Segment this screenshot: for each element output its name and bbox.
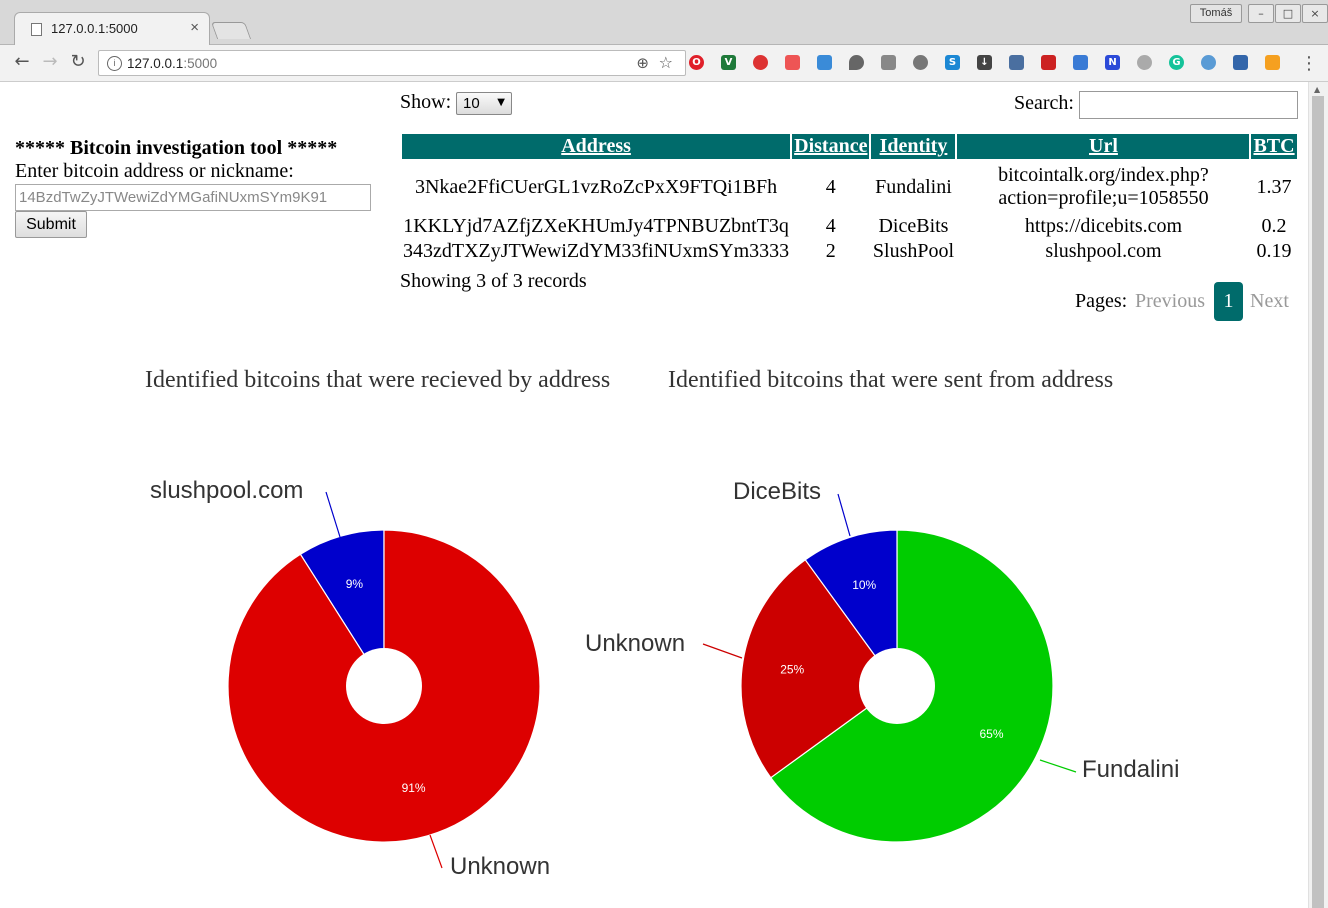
charts-canvas: 9% slushpool.com 91% Unknown 65% Fundalini 25%… bbox=[150, 477, 1179, 880]
zoom-icon[interactable]: ⊕ bbox=[636, 54, 649, 72]
callout-line bbox=[325, 491, 341, 538]
opera-extension-icon[interactable]: O bbox=[689, 55, 704, 70]
pie-extension-icon[interactable] bbox=[753, 55, 768, 70]
slice-name-label: DiceBits bbox=[733, 478, 821, 505]
address-bar[interactable]: i 127.0.0.1:5000 ⊕ ☆ bbox=[98, 50, 686, 76]
close-tab-icon[interactable]: × bbox=[190, 19, 199, 36]
page-icon bbox=[31, 23, 42, 36]
move-extension-icon[interactable] bbox=[1137, 55, 1152, 70]
browser-toolbar: ← → ↻ i 127.0.0.1:5000 ⊕ ☆ O V S ↓ N G ⋮ bbox=[0, 45, 1328, 82]
browser-titlebar: 127.0.0.1:5000 × Tomáš – □ × bbox=[0, 0, 1328, 45]
browser-tab[interactable]: 127.0.0.1:5000 × bbox=[14, 12, 210, 45]
slice-name-label: Unknown bbox=[450, 853, 550, 880]
key-extension-icon[interactable] bbox=[1265, 55, 1280, 70]
slice-percent-label: 9% bbox=[346, 577, 364, 591]
page-content: ***** Bitcoin investigation tool ***** E… bbox=[0, 82, 1308, 908]
slice-percent-label: 10% bbox=[852, 578, 876, 592]
scrollbar-thumb[interactable] bbox=[1312, 96, 1324, 908]
translate-extension-icon[interactable] bbox=[817, 55, 832, 70]
callout-line bbox=[1039, 759, 1077, 773]
slice-percent-label: 25% bbox=[780, 662, 804, 676]
screenshot-extension-icon[interactable] bbox=[785, 55, 800, 70]
donut-hole bbox=[346, 648, 422, 724]
minimize-button[interactable]: – bbox=[1248, 4, 1274, 23]
cors-extension-icon[interactable] bbox=[1041, 55, 1056, 70]
v-extension-icon[interactable]: V bbox=[721, 55, 736, 70]
grammarly-extension-icon[interactable]: G bbox=[1169, 55, 1184, 70]
menu-dots-icon[interactable]: ⋮ bbox=[1300, 53, 1318, 74]
slice-name-label: slushpool.com bbox=[150, 477, 303, 504]
reload-icon[interactable]: ↻ bbox=[67, 51, 89, 73]
s-extension-icon[interactable]: S bbox=[945, 55, 960, 70]
profile-button[interactable]: Tomáš bbox=[1190, 4, 1242, 23]
slice-name-label: Unknown bbox=[585, 630, 685, 657]
callout-line bbox=[429, 834, 443, 869]
n-extension-icon[interactable]: N bbox=[1105, 55, 1120, 70]
bookmark-star-icon[interactable]: ☆ bbox=[659, 53, 673, 72]
cloud-extension-icon[interactable] bbox=[913, 55, 928, 70]
back-arrow-icon[interactable]: ← bbox=[11, 51, 33, 73]
maximize-button[interactable]: □ bbox=[1275, 4, 1301, 23]
layers-extension-icon[interactable] bbox=[1233, 55, 1248, 70]
url-text: 127.0.0.1:5000 bbox=[127, 56, 218, 71]
vertical-scrollbar[interactable]: ▲ bbox=[1308, 82, 1328, 908]
new-tab-button[interactable] bbox=[210, 22, 252, 39]
forward-arrow-icon[interactable]: → bbox=[39, 51, 61, 73]
callout-line bbox=[702, 643, 743, 659]
reader-extension-icon[interactable] bbox=[881, 55, 896, 70]
tab-title: 127.0.0.1:5000 bbox=[51, 21, 138, 36]
slice-percent-label: 91% bbox=[402, 781, 426, 795]
slice-percent-label: 65% bbox=[980, 727, 1004, 741]
donut-hole bbox=[859, 648, 935, 724]
bitly-extension-icon[interactable] bbox=[1073, 55, 1088, 70]
slice-name-label: Fundalini bbox=[1082, 756, 1179, 783]
info-icon[interactable]: i bbox=[107, 56, 122, 71]
drop-extension-icon[interactable] bbox=[849, 55, 864, 70]
download-extension-icon[interactable]: ↓ bbox=[977, 55, 992, 70]
callout-line bbox=[837, 493, 851, 537]
close-window-button[interactable]: × bbox=[1302, 4, 1328, 23]
sliders-extension-icon[interactable] bbox=[1009, 55, 1024, 70]
scroll-up-icon[interactable]: ▲ bbox=[1314, 85, 1320, 94]
onedrive-extension-icon[interactable] bbox=[1201, 55, 1216, 70]
